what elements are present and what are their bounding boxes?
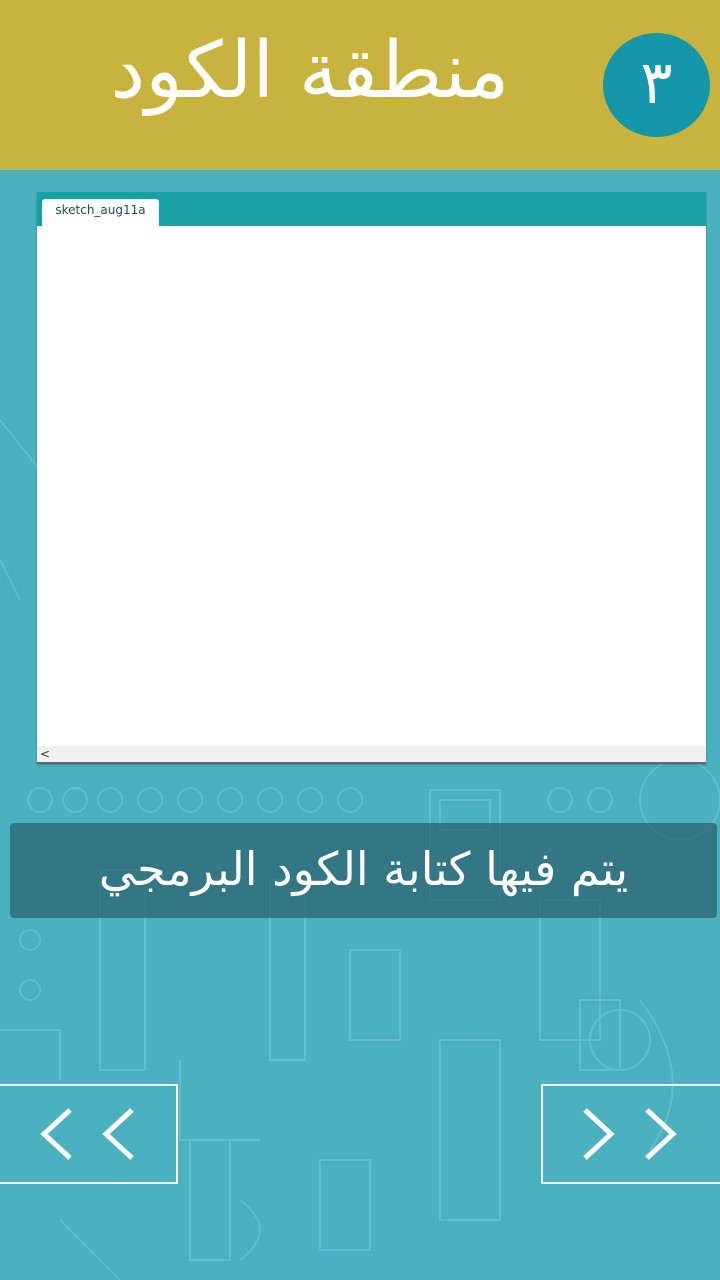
previous-button[interactable] [0, 1084, 178, 1184]
double-chevron-left-icon [40, 1108, 134, 1160]
scroll-left-arrow-icon: < [40, 747, 51, 761]
editor-tab-bar: sketch_aug11a [37, 192, 706, 226]
code-text-area [37, 226, 706, 746]
code-editor-screenshot: sketch_aug11a < [37, 192, 706, 764]
header-bar: منطقة الكود ٣ [0, 0, 720, 170]
editor-tab-sketch: sketch_aug11a [42, 199, 159, 226]
horizontal-scrollbar: < [37, 746, 706, 764]
step-number-badge: ٣ [603, 33, 710, 137]
description-caption: يتم فيها كتابة الكود البرمجي [10, 823, 717, 918]
page-title: منطقة الكود [110, 26, 510, 116]
double-chevron-right-icon [583, 1108, 677, 1160]
next-button[interactable] [541, 1084, 720, 1184]
